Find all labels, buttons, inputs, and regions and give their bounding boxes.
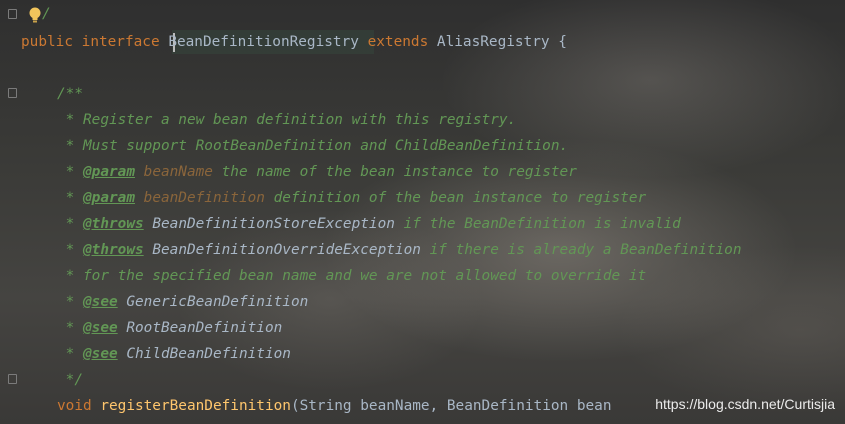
comment-slash: / xyxy=(42,6,51,22)
javadoc-tag: @param xyxy=(83,164,135,180)
method-name[interactable]: registerBeanDefinition xyxy=(100,398,291,414)
method-signature[interactable]: void registerBeanDefinition(String beanN… xyxy=(57,393,612,419)
class-ref[interactable]: ChildBeanDefinition xyxy=(126,346,291,362)
watermark-text: https://blog.csdn.net/Curtisjia xyxy=(655,396,835,412)
javadoc-see-line: * @see RootBeanDefinition xyxy=(57,320,283,336)
keyword-void: void xyxy=(57,398,92,414)
javadoc-throws-line: * @throws BeanDefinitionOverrideExceptio… xyxy=(57,242,742,258)
javadoc-see-line: * @see ChildBeanDefinition xyxy=(57,346,291,362)
exception-ref[interactable]: BeanDefinitionStoreException xyxy=(152,216,395,232)
javadoc-tag: @throws xyxy=(83,242,144,258)
fold-marker-icon[interactable] xyxy=(8,9,17,19)
keyword-public: public xyxy=(21,34,73,50)
interface-name[interactable]: BeanDefinitionRegistry xyxy=(168,34,359,50)
class-ref[interactable]: GenericBeanDefinition xyxy=(126,294,308,310)
javadoc-tag: @see xyxy=(83,294,118,310)
javadoc-see-line: * @see GenericBeanDefinition xyxy=(57,294,309,310)
parent-interface[interactable]: AliasRegistry { xyxy=(437,34,567,50)
exception-ref[interactable]: BeanDefinitionOverrideException xyxy=(152,242,421,258)
lightbulb-icon[interactable] xyxy=(28,6,42,24)
fold-marker-icon[interactable] xyxy=(8,88,17,98)
javadoc-param-line: * @param beanDefinition definition of th… xyxy=(57,190,647,206)
param-name: beanName xyxy=(143,164,213,180)
javadoc-tag: @throws xyxy=(83,216,144,232)
keyword-interface: interface xyxy=(81,34,160,50)
javadoc-tag: @see xyxy=(83,346,118,362)
javadoc-throws-line: * @throws BeanDefinitionStoreException i… xyxy=(57,216,681,232)
keyword-extends: extends xyxy=(367,34,429,50)
param-name: beanDefinition xyxy=(143,190,265,206)
javadoc-close: */ xyxy=(57,372,83,388)
interface-declaration[interactable]: public interface BeanDefinitionRegistry … xyxy=(21,29,567,55)
javadoc-open: /** xyxy=(57,86,83,102)
javadoc-line: * Register a new bean definition with th… xyxy=(57,112,517,128)
class-ref[interactable]: RootBeanDefinition xyxy=(126,320,282,336)
javadoc-tag: @see xyxy=(83,320,118,336)
javadoc-line: * Must support RootBeanDefinition and Ch… xyxy=(57,138,569,154)
javadoc-param-line: * @param beanName the name of the bean i… xyxy=(57,164,577,180)
method-params: (String beanName, BeanDefinition bean xyxy=(290,398,612,414)
javadoc-tag: @param xyxy=(83,190,135,206)
javadoc-line: * for the specified bean name and we are… xyxy=(57,268,647,284)
fold-marker-icon[interactable] xyxy=(8,374,17,384)
